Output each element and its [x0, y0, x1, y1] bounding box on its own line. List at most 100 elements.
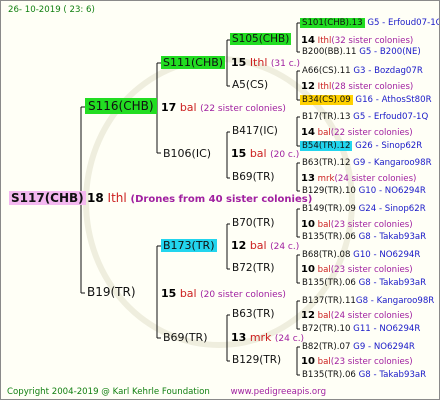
gen4-row-4[interactable]: B17(TR).13 G5 - Erfoud07-1Q: [302, 111, 428, 124]
gen1-b-id: B19(TR): [87, 285, 136, 299]
gen4-ref: G9 - NO6294R: [353, 342, 415, 352]
gen4-ref: G3 - Bozdag07R: [353, 66, 423, 76]
root-id: S117(CHB): [9, 191, 86, 205]
gen4-row-13[interactable]: B72(TR).10 G11 - NO6294R: [302, 323, 420, 336]
gen3-node-1[interactable]: A5(CS): [232, 79, 268, 92]
gen4-row-14[interactable]: B82(TR).07 G9 - NO6294R: [302, 341, 415, 354]
gen3-mating-7: 10 bal(23 sister colonies): [301, 355, 413, 369]
gen4-row-8[interactable]: B149(TR).09 G24 - Sinop62R: [302, 203, 426, 216]
gen2-c-node[interactable]: B173(TR): [161, 239, 217, 252]
gen3-station: mrk: [317, 174, 335, 184]
gen4-id: B68(TR).08: [302, 250, 351, 260]
gen3-node-0[interactable]: S105(CHB): [230, 33, 292, 46]
gen4-id: B72(TR).10: [302, 324, 351, 334]
gen2-d-mating: 13 mrk (24 c.): [231, 331, 304, 346]
gen4-row-1[interactable]: B200(BB).11 G5 - B200(NE): [302, 46, 421, 59]
gen2-b-note: (20 c.): [270, 150, 300, 160]
gen2-a-node[interactable]: S111(CHB): [161, 56, 226, 69]
gen3-id: B69(TR): [232, 171, 275, 183]
gen3-mating-6: 12 bal(24 sister colonies): [301, 309, 413, 323]
gen3-note: (32 sister colonies): [331, 36, 414, 46]
gen4-ref: G5 - Erfoud07-1Q: [353, 112, 429, 122]
gen4-row-2[interactable]: A66(CS).11 G3 - Bozdag07R: [302, 65, 423, 78]
root-note: (Drones from 40 sister colonies): [130, 194, 313, 205]
gen4-row-12[interactable]: B137(TR).11G8 - Kangaroo98R: [302, 295, 434, 308]
gen4-id: S101(CHB).13: [300, 18, 365, 28]
gen3-node-4[interactable]: B70(TR): [232, 217, 274, 230]
gen3-id: S105(CHB): [230, 33, 292, 45]
footer-copyright: Copyright 2004-2019 @ Karl Kehrle Founda…: [7, 386, 326, 399]
gen3-mating-3: 13 mrk(24 sister colonies): [301, 172, 416, 186]
gen4-row-3[interactable]: B34(CS).09 G16 - AthosSt80R: [300, 94, 432, 107]
gen4-id: B135(TR).06: [302, 278, 356, 288]
gen3-num: 10: [301, 264, 315, 275]
gen4-row-11[interactable]: B135(TR).06 G8 - Takab93aR: [302, 277, 426, 290]
gen4-row-15[interactable]: B135(TR).06 G8 - Takab93aR: [302, 369, 426, 382]
gen3-node-7[interactable]: B129(TR): [232, 354, 281, 367]
gen4-row-9[interactable]: B135(TR).06 G8 - Takab93aR: [302, 231, 426, 244]
gen1-b-mating: 15 bal (20 sister colonies): [161, 287, 286, 302]
gen3-node-2[interactable]: B417(IC): [232, 125, 278, 138]
gen2-d-station: mrk: [249, 331, 272, 344]
gen4-row-6[interactable]: B63(TR).12 G9 - Kangaroo98R: [302, 157, 432, 170]
gen4-id: B34(CS).09: [300, 95, 353, 105]
gen3-mating-5: 10 bal(23 sister colonies): [301, 263, 413, 277]
gen3-node-5[interactable]: B72(TR): [232, 262, 274, 275]
gen3-id: B72(TR): [232, 262, 275, 274]
root-mating-station: Ithl: [107, 191, 127, 205]
gen4-row-7[interactable]: B129(TR).10 G10 - NO6294R: [302, 185, 426, 198]
gen4-ref: G8 - Takab93aR: [358, 370, 427, 380]
root-node[interactable]: S117(CHB): [9, 191, 86, 205]
gen1-b-node[interactable]: B19(TR): [87, 286, 136, 299]
copyright-text: Copyright 2004-2019 @ Karl Kehrle Founda…: [7, 387, 210, 397]
gen4-ref: G24 - Sinop62R: [358, 204, 426, 214]
gen2-c-id: B173(TR): [161, 239, 217, 252]
gen1-b-num: 15: [161, 287, 177, 300]
gen3-station: Ithl: [317, 82, 332, 92]
gen2-b-station: bal: [249, 147, 267, 160]
gen3-num: 12: [301, 310, 315, 321]
gen4-id: B135(TR).06: [302, 232, 356, 242]
gen4-id: B17(TR).13: [302, 112, 351, 122]
gen4-ref: G10 - NO6294R: [358, 186, 426, 196]
gen2-d-id: B69(TR): [163, 331, 208, 344]
gen4-ref: G10 - NO6294R: [353, 250, 421, 260]
gen1-a-mating: 17 bal (22 sister colonies): [161, 101, 286, 116]
gen3-id: A5(CS): [232, 79, 269, 91]
gen4-ref: G16 - AthosSt80R: [355, 95, 432, 105]
gen3-note: (24 sister colonies): [330, 311, 413, 321]
gen3-id: B129(TR): [232, 354, 282, 366]
site-link[interactable]: www.pedigreeapis.org: [231, 387, 326, 397]
gen3-station: Ithl: [317, 36, 332, 46]
gen1-b-note: (20 sister colonies): [200, 290, 286, 300]
gen4-id: B135(TR).06: [302, 370, 356, 380]
pedigree-frame: 26- 10-2019 ( 23: 6) S117(CHB) 18 Ithl (…: [0, 0, 440, 400]
gen3-node-6[interactable]: B63(TR): [232, 308, 274, 321]
gen3-note: (23 sister colonies): [330, 220, 413, 230]
gen4-ref: G11 - NO6294R: [353, 324, 421, 334]
gen3-node-3[interactable]: B69(TR): [232, 171, 274, 184]
gen4-row-10[interactable]: B68(TR).08 G10 - NO6294R: [302, 249, 420, 262]
gen1-a-num: 17: [161, 101, 177, 114]
gen3-note: (24 sister colonies): [334, 174, 417, 184]
gen2-d-note: (24 c.): [274, 334, 305, 344]
gen2-b-id: B106(IC): [163, 147, 212, 160]
gen4-ref: G5 - Erfoud07-1Q: [367, 18, 440, 28]
gen3-num: 10: [301, 219, 315, 230]
date-stamp: 26- 10-2019 ( 23: 6): [8, 5, 95, 15]
gen3-station: bal: [317, 357, 331, 367]
gen1-a-node[interactable]: S116(CHB): [85, 98, 157, 114]
gen4-id: B82(TR).07: [302, 342, 351, 352]
root-num: 18: [87, 191, 104, 205]
gen4-row-0[interactable]: S101(CHB).13 G5 - Erfoud07-1Q: [300, 17, 440, 30]
gen3-station: bal: [317, 265, 331, 275]
gen2-b-node[interactable]: B106(IC): [163, 147, 211, 160]
gen3-station: bal: [317, 311, 331, 321]
gen4-row-5[interactable]: B54(TR).12 G26 - Sinop62R: [300, 140, 422, 153]
gen2-b-num: 15: [231, 147, 247, 160]
gen3-num: 12: [301, 81, 315, 92]
gen4-id: A66(CS).11: [302, 66, 351, 76]
gen3-id: B63(TR): [232, 308, 275, 320]
gen2-c-num: 12: [231, 239, 247, 252]
gen2-d-node[interactable]: B69(TR): [163, 331, 208, 344]
